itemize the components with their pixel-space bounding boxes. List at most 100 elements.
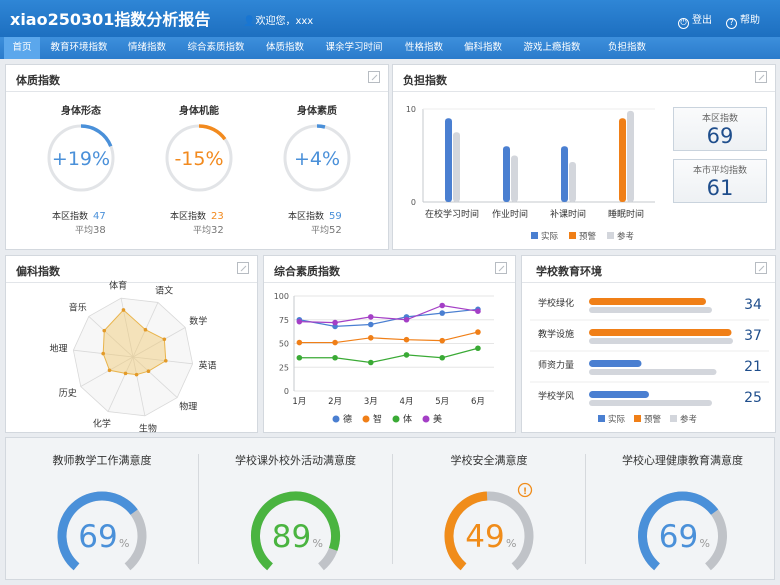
y-tick: 50 <box>279 340 289 349</box>
legend-label: 预警 <box>644 414 662 425</box>
tab-item-2[interactable]: 情绪指数 <box>118 37 176 59</box>
school-env-chart: 学校绿化 34 教学设施 37 师资力量 21 学校学风 25 实际 预警 参考 <box>530 297 769 425</box>
series-point <box>332 319 338 326</box>
partial-panel: 偏科指数 体育 语文 数学 英语 物理 生物 化学 历史 地理 音乐 <box>5 255 258 434</box>
radar-label: 英语 <box>199 359 217 371</box>
radar-point <box>143 327 148 332</box>
gauge-title: 学校安全满意度 <box>451 453 528 467</box>
legend-label: 美 <box>433 413 442 425</box>
series-point <box>367 314 374 320</box>
legend-swatch <box>531 232 538 239</box>
city-index-card: 本市平均指数 61 <box>673 159 767 203</box>
gauge-value: 89 <box>272 519 311 555</box>
y-tick: 0 <box>411 198 416 207</box>
gauge-value: 69 <box>78 519 117 555</box>
series-point <box>475 329 481 335</box>
x-tick: 在校学习时间 <box>425 208 479 220</box>
series-point <box>403 316 410 323</box>
gauge-fill <box>80 124 113 147</box>
y-tick: 0 <box>284 387 289 396</box>
x-tick: 3月 <box>364 397 378 407</box>
bar-reference <box>453 132 460 202</box>
legend-label: 实际 <box>541 231 559 242</box>
gauge-title: 学校课外校外活动满意度 <box>235 453 356 467</box>
region-index-card: 本区指数 69 <box>673 107 767 151</box>
radar-label: 音乐 <box>69 302 87 314</box>
radar-point <box>121 308 126 312</box>
region-value: 47 <box>93 211 106 222</box>
radar-label: 生物 <box>139 423 157 434</box>
legend-swatch <box>607 232 614 239</box>
legend-label: 参考 <box>617 231 634 242</box>
tab-home[interactable]: 首页 <box>4 37 40 59</box>
radar-label: 物理 <box>179 400 197 412</box>
bar-actual <box>589 360 642 367</box>
radar-point <box>101 351 105 356</box>
tab-item-9[interactable]: 负担指数 <box>592 37 662 59</box>
region-label: 本区指数 <box>170 210 206 222</box>
tab-item-6[interactable]: 性格指数 <box>394 37 454 59</box>
region-label: 本区指数 <box>288 210 324 222</box>
series-point <box>475 308 481 314</box>
region-index-value: 69 <box>706 124 734 148</box>
legend-swatch <box>670 415 677 422</box>
radar-label: 历史 <box>59 387 77 399</box>
tab-item-5[interactable]: 课余学习时间 <box>314 37 394 59</box>
bar-reference <box>627 110 634 202</box>
gauge-title: 教师教学工作满意度 <box>53 453 152 467</box>
y-tick: 75 <box>279 316 289 325</box>
bar-reference <box>569 162 576 202</box>
logout-button[interactable]: ⏻ 登出 <box>678 11 712 29</box>
legend-swatch <box>598 415 605 422</box>
x-tick: 作业时间 <box>492 208 528 220</box>
bar-warning <box>589 298 706 305</box>
tab-item-1[interactable]: 教育环境指数 <box>40 37 118 59</box>
category-label: 师资力量 <box>538 359 574 371</box>
welcome-text: 👤欢迎您，xxx <box>243 12 313 27</box>
region-label: 本区指数 <box>52 210 88 222</box>
radar-point <box>102 328 107 333</box>
gauge-unit: % <box>119 537 129 550</box>
series-point <box>439 302 446 309</box>
tab-item-3[interactable]: 综合素质指数 <box>176 37 256 59</box>
legend-swatch <box>422 415 430 423</box>
help-label: 帮助 <box>740 15 760 26</box>
tab-item-8[interactable]: 游戏上瘾指数 <box>512 37 592 59</box>
gauge-name: 身体素质 <box>297 104 337 117</box>
series-point <box>296 339 303 346</box>
city-index-label: 本市平均指数 <box>692 166 747 176</box>
x-tick: 1月 <box>292 397 306 407</box>
value-label: 34 <box>744 297 762 313</box>
x-tick: 睡眠时间 <box>608 208 644 220</box>
legend-swatch <box>634 415 641 422</box>
radar-point <box>123 371 128 376</box>
series-point <box>403 352 410 358</box>
burden-chart: 0 10 在校学习时间 作业时间 补课时间 睡眠时间实际 预警 参考 <box>406 105 655 242</box>
comprehensive-chart: 0 25 50 75 100 1月 2月 3月 4月 5月 6月德 智 体 美 <box>274 292 494 425</box>
region-value: 59 <box>329 211 342 222</box>
physique-gauges: 身体形态+19%本区指数 47平均 38身体机能-15%本区指数 23平均 32身体素质… <box>47 104 351 236</box>
tab-item-4[interactable]: 体质指数 <box>256 37 314 59</box>
radar-point <box>134 372 139 377</box>
help-button[interactable]: ? 帮助 <box>726 11 760 29</box>
gauge-value: 49 <box>465 519 504 555</box>
burden-panel: 负担指数 0 10 在校学习时间 作业时间 补课时间 睡眠时间 实际 预警 参考 本区指数 69… <box>392 64 776 250</box>
bar-reference <box>589 338 733 344</box>
bar-reference <box>511 155 518 202</box>
school-env-panel: 学校教育环境 学校绿化 34 教学设施 37 师资力量 21 学校学风 25 实际 预警 参考 <box>521 255 776 433</box>
y-tick: 25 <box>279 363 289 372</box>
satisfaction-gauges: 教师教学工作满意度 69 % 学校课外校外活动满意度 89 % 学校安全满意度 49 %! 学校心… <box>53 453 743 571</box>
x-tick: 4月 <box>400 397 414 407</box>
tab-item-7[interactable]: 偏科指数 <box>454 37 512 59</box>
bar-actual <box>445 118 452 202</box>
bar-warning <box>589 329 732 336</box>
gauge-unit: % <box>700 537 710 550</box>
user-icon: 👤 <box>243 16 256 27</box>
satisfaction-section: 教师教学工作满意度 69% 学校课外校外活动满意度 89% 学校安全满意度 49%! 学校心… <box>5 437 775 580</box>
legend-label: 体 <box>403 413 412 425</box>
avg-label: 平均 <box>75 224 93 236</box>
gauge-value: +4% <box>294 148 340 170</box>
series-point <box>332 339 338 346</box>
legend-swatch <box>392 415 400 423</box>
city-index-value: 61 <box>706 176 734 200</box>
